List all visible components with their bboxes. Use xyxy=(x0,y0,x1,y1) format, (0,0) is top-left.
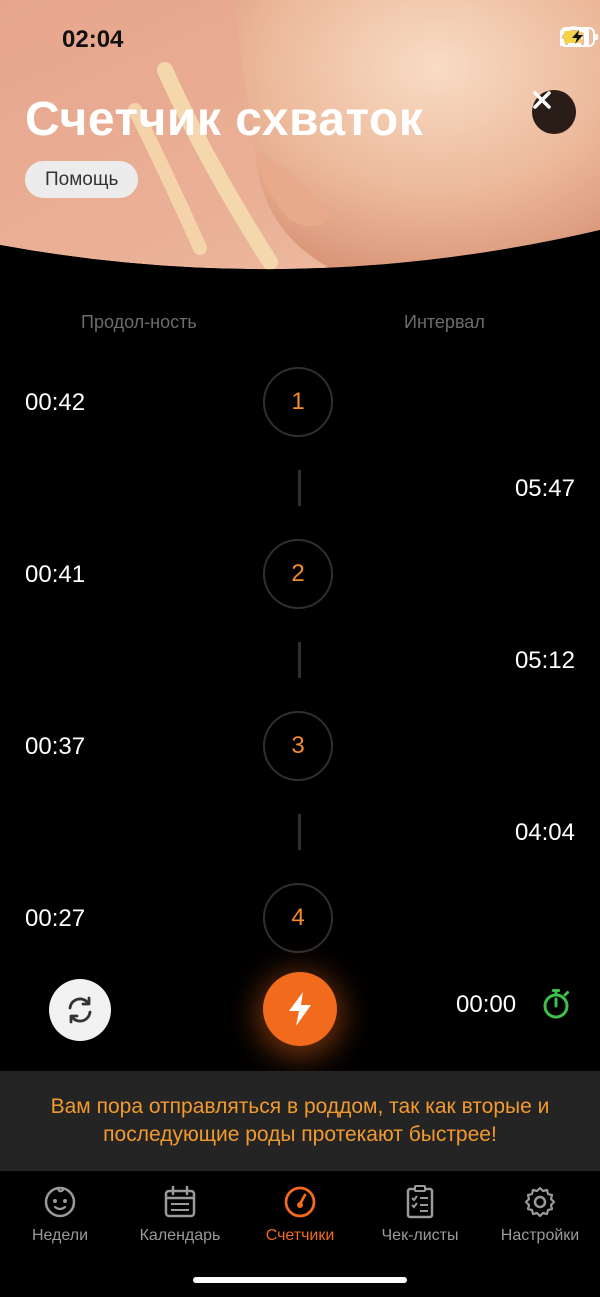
duration-value: 00:41 xyxy=(25,561,86,588)
tab-settings[interactable]: Настройки xyxy=(480,1185,600,1245)
interval-value: 05:47 xyxy=(514,475,575,502)
duration-value: 00:27 xyxy=(25,905,86,932)
tab-checklists[interactable]: Чек-листы xyxy=(360,1185,480,1245)
notice-text: Вам пора отправляться в роддом, так как … xyxy=(50,1095,550,1146)
timeline-connector xyxy=(298,642,301,678)
gear-icon xyxy=(524,1186,556,1218)
tab-weeks[interactable]: Недели xyxy=(0,1185,120,1245)
baby-face-icon xyxy=(44,1186,76,1218)
timeline-connector xyxy=(298,814,301,850)
refresh-icon xyxy=(68,996,92,1024)
help-button[interactable]: Помощь xyxy=(25,161,139,198)
reset-button[interactable] xyxy=(49,979,111,1041)
interval-value: 05:12 xyxy=(514,647,575,674)
start-contraction-button[interactable] xyxy=(263,972,337,1046)
header-illustration: 02:04 Счетчик схваток Помощь xyxy=(0,0,600,290)
home-indicator xyxy=(193,1277,407,1283)
tab-label: Календарь xyxy=(139,1227,221,1244)
contraction-number: 2 xyxy=(263,539,333,609)
page-title: Счетчик схваток xyxy=(25,93,424,146)
duration-column-header: Продол-ность xyxy=(81,312,197,332)
close-icon xyxy=(533,91,551,109)
timeline-connector xyxy=(298,470,301,506)
interval-value: 04:04 xyxy=(514,819,575,846)
tab-counters[interactable]: Счетчики xyxy=(240,1185,360,1245)
hospital-notice: Вам пора отправляться в роддом, так как … xyxy=(0,1071,600,1171)
tab-label: Настройки xyxy=(500,1227,580,1244)
tab-label: Счетчики xyxy=(265,1227,335,1244)
tab-label: Чек-листы xyxy=(381,1227,459,1244)
contraction-number: 3 xyxy=(263,711,333,781)
contraction-number: 4 xyxy=(263,883,333,953)
gauge-icon xyxy=(284,1186,316,1218)
duration-value: 00:42 xyxy=(25,389,86,416)
tab-calendar[interactable]: Календарь xyxy=(120,1185,240,1245)
contraction-number: 1 xyxy=(263,367,333,437)
battery-icon xyxy=(560,27,598,47)
stopwatch-icon xyxy=(543,989,569,1019)
close-button[interactable] xyxy=(532,90,576,134)
checklist-icon xyxy=(406,1185,434,1219)
status-time: 02:04 xyxy=(62,26,124,53)
interval-column-header: Интервал xyxy=(404,312,485,332)
tab-label: Недели xyxy=(31,1227,89,1244)
current-timer: 00:00 xyxy=(456,991,517,1018)
calendar-icon xyxy=(164,1185,196,1218)
duration-value: 00:37 xyxy=(25,733,86,760)
lightning-icon xyxy=(289,992,311,1026)
